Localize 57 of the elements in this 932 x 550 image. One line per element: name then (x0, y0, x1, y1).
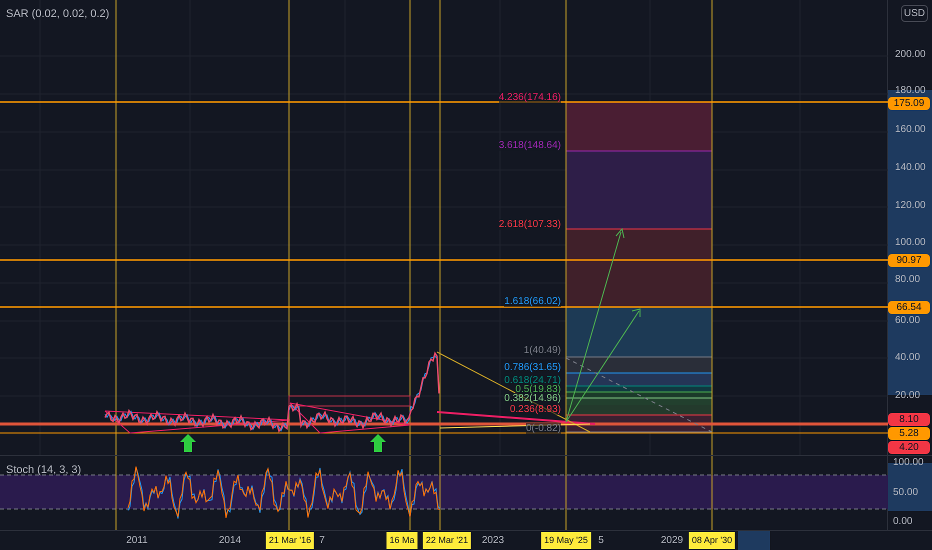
fib-level-label: 3.618(148.64) (498, 140, 561, 151)
date-marker: 19 May '25 (541, 532, 591, 549)
price-axis-label: 200.00 (895, 50, 926, 60)
dashed-line[interactable] (566, 358, 712, 432)
horizontal-line[interactable] (0, 101, 888, 103)
indicator-legend: Stoch (14, 3, 3) (6, 462, 82, 478)
fib-level-label: 0.786(31.65) (504, 362, 561, 373)
date-marker: 22 Mar '21 (422, 532, 472, 549)
time-axis-label: 2011 (126, 534, 148, 547)
price-axis-label: 120.00 (895, 201, 926, 211)
stochastic-axis-label: 50.00 (893, 486, 918, 498)
range-box-drawing[interactable] (288, 396, 410, 406)
date-marker: 21 Mar '16 (266, 532, 314, 549)
fib-level-label: 0.618(24.71) (504, 375, 561, 386)
stochastic-axis-label: 100.00 (893, 457, 924, 469)
trend-triangle-drawing[interactable] (104, 402, 596, 434)
horizontal-line[interactable] (0, 259, 888, 261)
fib-level-label: 0.382(14.96) (504, 393, 561, 404)
fib-level-label: 0.5(19.83) (515, 384, 561, 395)
price-marker: 4.20 (888, 441, 930, 454)
time-axis-label: 2029 (660, 534, 684, 547)
price-axis-label: 20.00 (895, 391, 920, 401)
price-axis-label: 160.00 (895, 125, 926, 135)
axis-highlight (738, 531, 770, 550)
fib-level-label: 1.618(66.02) (504, 296, 561, 307)
date-marker: 08 Apr '30 (688, 532, 736, 549)
date-marker: 16 Ma (386, 532, 418, 549)
up-arrow-icon (180, 434, 196, 452)
price-axis-label: 40.00 (895, 353, 920, 363)
time-axis-label: 2023 (482, 534, 504, 547)
fib-level-label: 0(-0.82) (526, 423, 561, 434)
currency-badge[interactable]: USD (900, 5, 928, 22)
stochastic-axis-label: 0.00 (893, 516, 912, 528)
price-axis-label: 140.00 (895, 163, 926, 173)
price-axis-label: 60.00 (895, 316, 920, 326)
price-axis-label: 80.00 (895, 275, 920, 285)
fibonacci-extension-drawing[interactable] (566, 102, 712, 432)
arrow-drawing[interactable] (566, 228, 624, 422)
fib-level-label: 2.618(107.33) (498, 219, 561, 230)
horizontal-line[interactable] (0, 306, 888, 308)
price-marker: 66.54 (888, 301, 930, 314)
time-axis-label: 7 (319, 534, 325, 547)
fib-level-label: 1(40.49) (524, 345, 561, 356)
price-marker: 8.10 (888, 413, 930, 426)
up-arrow-icon (370, 434, 386, 452)
price-axis-label: 180.00 (895, 86, 926, 96)
fib-level-label: 0.236(8.93) (510, 404, 561, 415)
price-axis-label: 100.00 (895, 238, 926, 248)
time-axis-label: 5 (598, 534, 604, 547)
horizontal-line[interactable] (0, 432, 888, 434)
time-axis-label: 2014 (218, 534, 242, 547)
price-marker: 90.97 (888, 254, 930, 267)
price-marker: 5.28 (888, 427, 930, 440)
arrow-drawing[interactable] (566, 308, 640, 422)
price-marker: 175.09 (888, 97, 930, 110)
indicator-legend: SAR (0.02, 0.02, 0.2) (6, 6, 110, 22)
fib-level-label: 4.236(174.16) (498, 92, 561, 103)
